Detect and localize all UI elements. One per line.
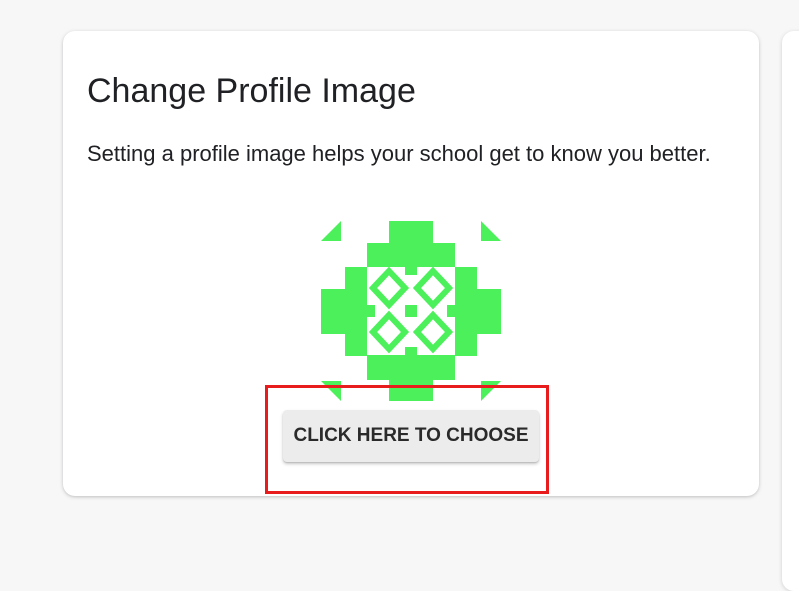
card-title: Change Profile Image [87,72,416,110]
card-description: Setting a profile image helps your schoo… [87,141,711,166]
side-panel [782,31,799,591]
change-profile-image-card: Change Profile Image Setting a profile i… [63,31,759,496]
identicon-avatar-icon [321,221,501,401]
choose-image-button[interactable]: CLICK HERE TO CHOOSE [283,410,539,462]
